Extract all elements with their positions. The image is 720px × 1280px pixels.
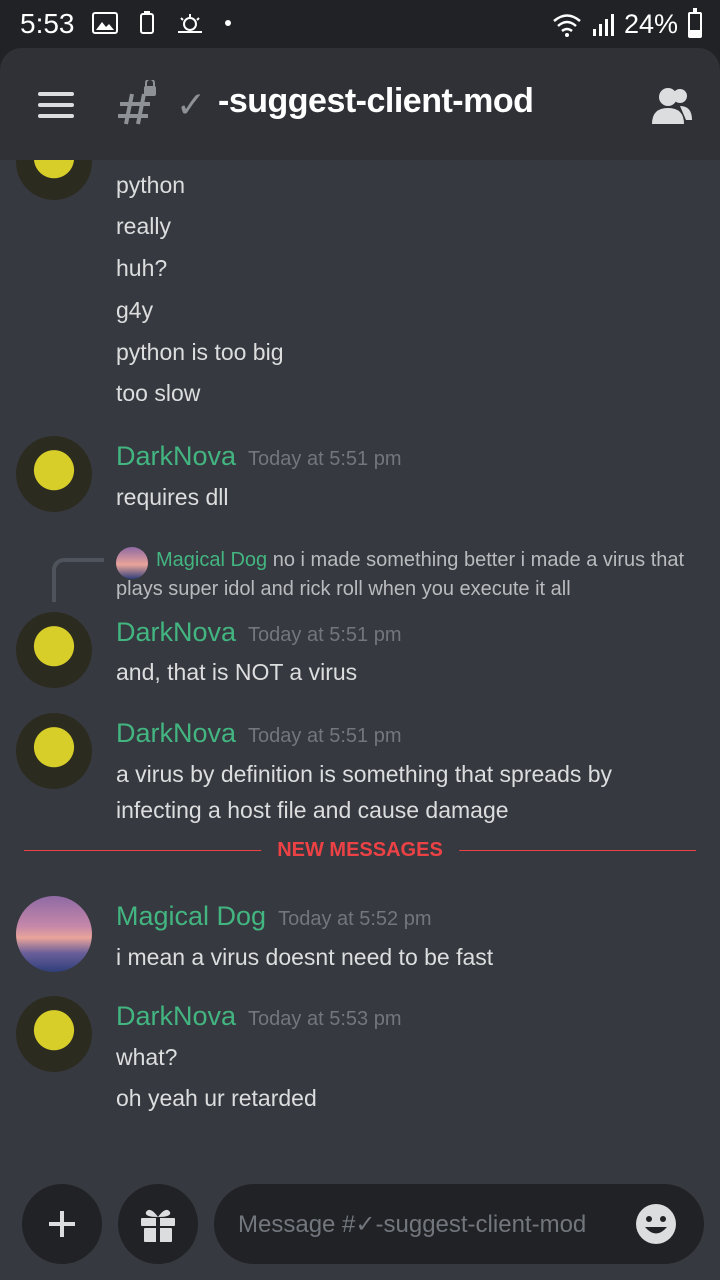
status-time: 5:53 bbox=[20, 8, 75, 39]
message-header: DarkNova Today at 5:51 pm bbox=[116, 441, 401, 472]
notification-dot-icon bbox=[225, 20, 231, 26]
message-composer: Message #✓-suggest-client-mod bbox=[0, 1180, 720, 1280]
weather-icon bbox=[178, 14, 202, 33]
avatar[interactable] bbox=[16, 160, 92, 200]
message-line: huh? bbox=[116, 255, 168, 281]
reply-connector bbox=[52, 558, 104, 602]
timestamp: Today at 5:52 pm bbox=[278, 908, 432, 930]
menu-icon[interactable] bbox=[38, 92, 74, 118]
message-line: and, that is NOT a virus bbox=[116, 659, 358, 685]
avatar[interactable] bbox=[16, 436, 92, 512]
message-list[interactable]: python really huh? g4y python is too big… bbox=[0, 160, 720, 1180]
message-line: python is too big bbox=[116, 339, 284, 365]
status-bar: 5:53 24% bbox=[0, 0, 720, 48]
message-input[interactable]: Message #✓-suggest-client-mod bbox=[214, 1184, 704, 1264]
message-line: too slow bbox=[116, 380, 201, 406]
author-name[interactable]: Magical Dog bbox=[116, 901, 266, 931]
avatar[interactable] bbox=[16, 996, 92, 1072]
message-header: DarkNova Today at 5:51 pm bbox=[116, 718, 401, 749]
emoji-icon[interactable] bbox=[634, 1202, 678, 1246]
battery-icon bbox=[688, 7, 702, 38]
new-messages-label: NEW MESSAGES bbox=[261, 839, 459, 862]
timestamp: Today at 5:51 pm bbox=[248, 725, 402, 747]
message-line: infecting a host file and cause damage bbox=[116, 797, 509, 823]
message-header: DarkNova Today at 5:51 pm bbox=[116, 617, 401, 648]
message-line: g4y bbox=[116, 297, 154, 323]
message-header: Magical Dog Today at 5:52 pm bbox=[116, 901, 432, 932]
timestamp: Today at 5:53 pm bbox=[248, 1008, 402, 1030]
check-emoji-icon: ✓ bbox=[176, 84, 207, 125]
message-line: i mean a virus doesnt need to be fast bbox=[116, 944, 494, 970]
message-header: DarkNova Today at 5:53 pm bbox=[116, 1001, 401, 1032]
author-name[interactable]: DarkNova bbox=[116, 1001, 236, 1031]
message-placeholder: Message #✓-suggest-client-mod bbox=[238, 1211, 587, 1238]
author-name[interactable]: DarkNova bbox=[116, 718, 236, 748]
channel-title: -suggest-client-mod bbox=[218, 82, 534, 120]
members-icon[interactable] bbox=[650, 86, 694, 126]
gallery-icon bbox=[92, 12, 118, 34]
avatar[interactable] bbox=[16, 896, 92, 972]
message-line: really bbox=[116, 213, 171, 239]
signal-icon bbox=[592, 13, 614, 36]
timestamp: Today at 5:51 pm bbox=[248, 448, 402, 470]
battery-saver-icon bbox=[140, 11, 154, 34]
author-name[interactable]: DarkNova bbox=[116, 441, 236, 471]
locked-channel-icon bbox=[118, 80, 156, 125]
wifi-icon bbox=[553, 13, 581, 37]
message-line: a virus by definition is something that … bbox=[116, 761, 613, 787]
message-line: python bbox=[116, 172, 186, 198]
gift-button[interactable] bbox=[118, 1184, 198, 1264]
plus-icon bbox=[49, 1211, 75, 1237]
avatar[interactable] bbox=[16, 713, 92, 789]
author-name[interactable]: DarkNova bbox=[116, 617, 236, 647]
battery-percent: 24% bbox=[623, 9, 678, 39]
avatar[interactable] bbox=[16, 612, 92, 688]
message-line: what? bbox=[116, 1044, 178, 1070]
reply-author: Magical Dog bbox=[156, 549, 268, 571]
message-line: requires dll bbox=[116, 484, 229, 510]
gift-icon bbox=[141, 1209, 175, 1242]
timestamp: Today at 5:51 pm bbox=[248, 624, 402, 646]
reply-preview[interactable]: Magical Dog no i made something better i… bbox=[116, 546, 696, 604]
message-line: oh yeah ur retarded bbox=[116, 1085, 317, 1111]
channel-header: ✓ -suggest-client-mod bbox=[0, 48, 720, 160]
add-attachment-button[interactable] bbox=[22, 1184, 102, 1264]
